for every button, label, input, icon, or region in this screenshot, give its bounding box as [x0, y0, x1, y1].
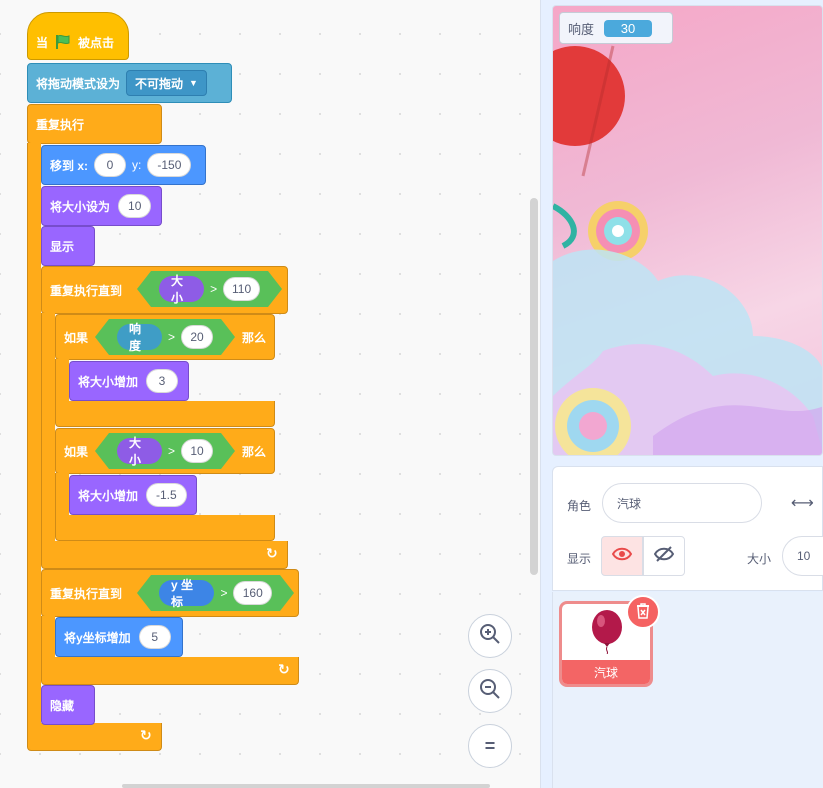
hide-block[interactable]: 隐藏: [41, 685, 95, 725]
when-label: 当: [36, 35, 49, 50]
size-reporter-2[interactable]: 大小: [117, 438, 162, 464]
hide-label: 隐藏: [50, 698, 75, 713]
drag-mode-label: 将拖动模式设为: [36, 76, 121, 91]
zoom-in-button[interactable]: [468, 614, 512, 658]
y-threshold-input[interactable]: 160: [233, 581, 272, 605]
eye-slash-icon: [653, 545, 675, 567]
repeat-until-1-label: 重复执行直到: [50, 283, 123, 298]
if-1-body: [55, 359, 69, 403]
dropdown-arrow-icon: ▼: [189, 78, 198, 88]
if-2-label: 如果: [64, 444, 89, 459]
gt-operator: >: [167, 444, 175, 458]
change-y-label: 将y坐标增加: [64, 630, 131, 645]
forever-body: [27, 143, 41, 727]
horizontal-scrollbar[interactable]: [122, 784, 490, 788]
show-visibility-label: 显示: [567, 552, 592, 566]
delete-sprite-button[interactable]: [626, 595, 660, 629]
forever-bottom: ↻: [27, 723, 162, 751]
sprite-label: 角色: [567, 499, 592, 513]
loop-arrow-icon: ↻: [140, 727, 152, 743]
repeat-until-2-bottom: ↻: [41, 657, 299, 685]
forever-block[interactable]: 重复执行: [27, 104, 162, 144]
size-greater-10-condition[interactable]: 大小 > 10: [95, 433, 235, 469]
if-1-bottom: [55, 401, 275, 427]
size-10-input[interactable]: 10: [181, 439, 213, 463]
show-block[interactable]: 显示: [41, 226, 95, 266]
zoom-out-button[interactable]: [468, 669, 512, 713]
sprite-name-field[interactable]: 汽球: [602, 483, 762, 523]
zoom-in-icon: [479, 623, 501, 650]
gt-operator: >: [167, 330, 175, 344]
change-size-up-block[interactable]: 将大小增加 3: [69, 361, 189, 401]
size-threshold-input[interactable]: 110: [223, 277, 260, 301]
vertical-scrollbar[interactable]: [530, 198, 538, 575]
show-label: 显示: [50, 239, 75, 254]
y-input[interactable]: -150: [147, 153, 192, 177]
goto-label: 移到 x:: [50, 158, 89, 173]
trash-icon: [635, 602, 651, 623]
drag-mode-value: 不可拖动: [135, 76, 184, 91]
sprite-name-value: 汽球: [617, 496, 642, 511]
when-flag-clicked-block[interactable]: 当 被点击: [27, 12, 129, 60]
sprite-tile-name: 汽球: [562, 660, 650, 684]
zoom-reset-icon: =: [484, 735, 496, 756]
stage-backdrop: [553, 45, 822, 455]
loudness-greater-condition[interactable]: 响度 > 20: [95, 319, 235, 355]
show-sprite-toggle[interactable]: [601, 536, 643, 576]
loop-arrow-icon: ↻: [278, 661, 290, 677]
hide-sprite-toggle[interactable]: [643, 536, 685, 576]
change-y-input[interactable]: 5: [138, 625, 171, 649]
change-size-1-label: 将大小增加: [78, 374, 139, 389]
monitor-label: 响度: [568, 21, 595, 37]
goto-y-label: y:: [132, 158, 142, 172]
clicked-label: 被点击: [78, 35, 115, 50]
repeat-until-1-bottom: ↻: [41, 541, 288, 569]
forever-label: 重复执行: [36, 117, 85, 132]
change-size-down-block[interactable]: 将大小增加 -1.5: [69, 475, 197, 515]
set-size-label: 将大小设为: [50, 199, 111, 214]
if-2-bottom: [55, 515, 275, 541]
set-size-block[interactable]: 将大小设为 10: [41, 186, 162, 226]
go-to-xy-block[interactable]: 移到 x: 0 y: -150: [41, 145, 206, 185]
script-area[interactable]: 当 被点击 将拖动模式设为 不可拖动 ▼ 重复执行 ↻ 移到 x: 0 y: -…: [0, 0, 541, 788]
loop-arrow-icon: ↻: [266, 545, 278, 561]
if-1-then: 那么: [242, 330, 267, 345]
balloon-thumbnail: [590, 610, 624, 659]
stage[interactable]: 响度 30: [552, 5, 823, 456]
repeat-until-2-body: [41, 616, 55, 660]
green-flag-icon: [54, 33, 72, 51]
y-position-reporter[interactable]: y 坐标: [159, 580, 214, 606]
if-2-body: [55, 473, 69, 517]
repeat-until-1-body: [41, 313, 55, 545]
drag-mode-dropdown[interactable]: 不可拖动 ▼: [126, 70, 207, 96]
loudness-reporter[interactable]: 响度: [117, 324, 162, 350]
change-size-2-input[interactable]: -1.5: [146, 483, 187, 507]
loudness-monitor[interactable]: 响度 30: [559, 12, 673, 44]
gt-operator: >: [220, 586, 228, 600]
eye-icon: [611, 547, 633, 566]
change-size-1-input[interactable]: 3: [146, 369, 179, 393]
monitor-value: 30: [604, 19, 653, 37]
gt-operator: >: [210, 282, 218, 296]
size-field[interactable]: 10: [782, 536, 823, 576]
zoom-reset-button[interactable]: =: [468, 724, 512, 768]
size-greater-condition[interactable]: 大小 > 110: [137, 271, 282, 307]
set-drag-mode-block[interactable]: 将拖动模式设为 不可拖动 ▼: [27, 63, 232, 103]
set-size-input[interactable]: 10: [118, 194, 152, 218]
zoom-out-icon: [479, 678, 501, 705]
size-label: 大小: [747, 552, 772, 566]
y-greater-condition[interactable]: y 坐标 > 160: [137, 575, 294, 611]
size-reporter[interactable]: 大小: [159, 276, 204, 302]
if-2-then: 那么: [242, 444, 267, 459]
repeat-until-2-label: 重复执行直到: [50, 586, 123, 601]
change-y-block[interactable]: 将y坐标增加 5: [55, 617, 183, 657]
size-value: 10: [797, 549, 811, 563]
change-size-2-label: 将大小增加: [78, 488, 139, 503]
x-position-icon: ⟷: [791, 495, 814, 512]
loudness-threshold-input[interactable]: 20: [181, 325, 213, 349]
if-1-label: 如果: [64, 330, 89, 345]
x-input[interactable]: 0: [94, 153, 127, 177]
